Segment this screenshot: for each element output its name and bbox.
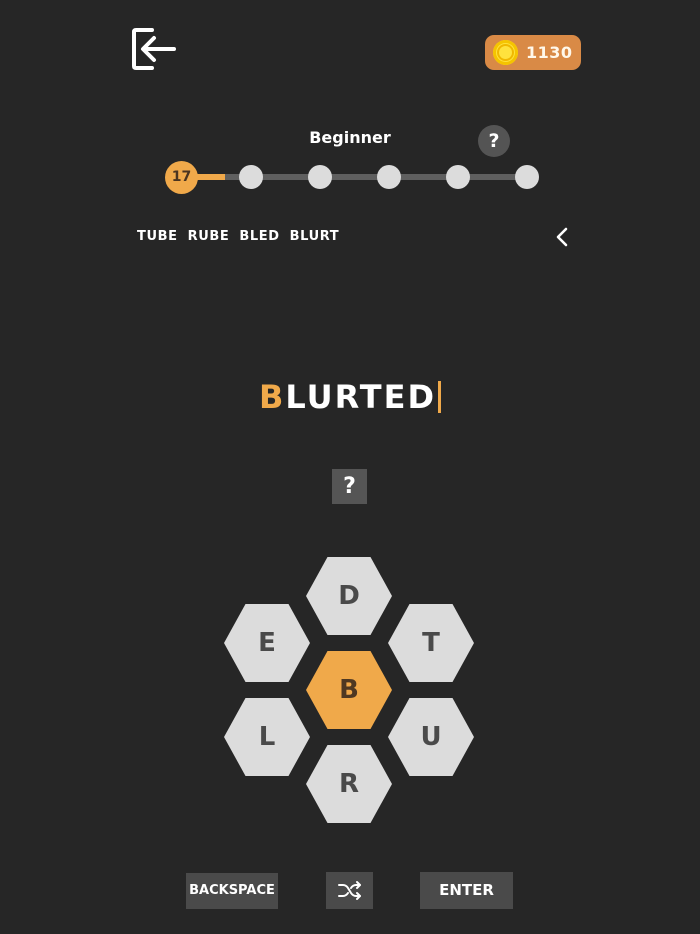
current-word-rest: LURTED — [285, 378, 437, 416]
exit-arrow-icon — [132, 28, 176, 70]
shuffle-icon — [338, 881, 361, 900]
level-step-dot — [446, 165, 470, 189]
letter-tile-upper-left[interactable]: E — [224, 604, 310, 682]
letter-tile-bottom[interactable]: R — [306, 745, 392, 823]
current-word-display: BLURTED — [150, 378, 550, 416]
found-words-toggle[interactable] — [551, 225, 573, 249]
found-word: BLURT — [289, 229, 340, 244]
level-step-dot — [239, 165, 263, 189]
letter-tile-center[interactable]: B — [306, 651, 392, 729]
shuffle-button[interactable] — [326, 872, 373, 909]
level-step-dot — [308, 165, 332, 189]
found-words-list: TUBE RUBE BLED BLURT — [137, 229, 349, 249]
exit-button[interactable] — [130, 26, 178, 72]
found-word: BLED — [239, 229, 280, 244]
help-button[interactable]: ? — [478, 125, 510, 157]
current-level-badge: 17 — [165, 161, 198, 194]
letter-tile-upper-right[interactable]: T — [388, 604, 474, 682]
level-title: Beginner — [309, 128, 391, 147]
level-step-dot — [515, 165, 539, 189]
found-word: TUBE — [137, 229, 178, 244]
letter-tile-lower-left[interactable]: L — [224, 698, 310, 776]
coin-count: 1130 — [526, 43, 573, 62]
backspace-button[interactable]: BACKSPACE — [186, 873, 278, 909]
chevron-left-icon — [556, 227, 568, 247]
current-word-center-letter: B — [258, 378, 286, 416]
level-step-dot — [377, 165, 401, 189]
coin-balance[interactable]: 1130 — [485, 35, 581, 70]
enter-button[interactable]: ENTER — [420, 872, 513, 909]
level-progress-track — [181, 174, 527, 180]
coin-icon — [493, 40, 518, 65]
letter-tile-lower-right[interactable]: U — [388, 698, 474, 776]
text-caret — [438, 381, 442, 413]
found-word: RUBE — [187, 229, 230, 244]
letter-tile-top[interactable]: D — [306, 557, 392, 635]
hint-button[interactable]: ? — [332, 469, 367, 504]
